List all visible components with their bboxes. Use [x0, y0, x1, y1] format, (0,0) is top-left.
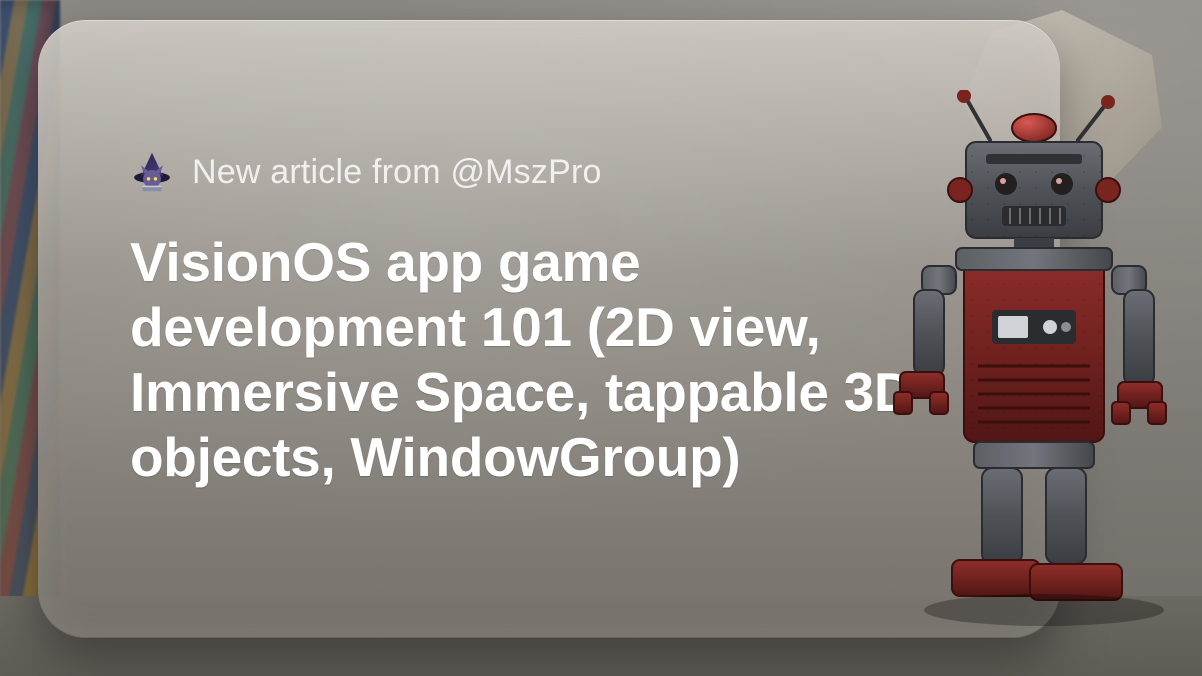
article-title: VisionOS app game development 101 (2D vi…: [130, 230, 980, 490]
toy-robot-icon: [874, 90, 1194, 650]
author-avatar-icon: [130, 150, 174, 194]
article-subhead-row: New article from @MszPro: [130, 150, 980, 194]
article-subhead: New article from @MszPro: [192, 153, 602, 192]
